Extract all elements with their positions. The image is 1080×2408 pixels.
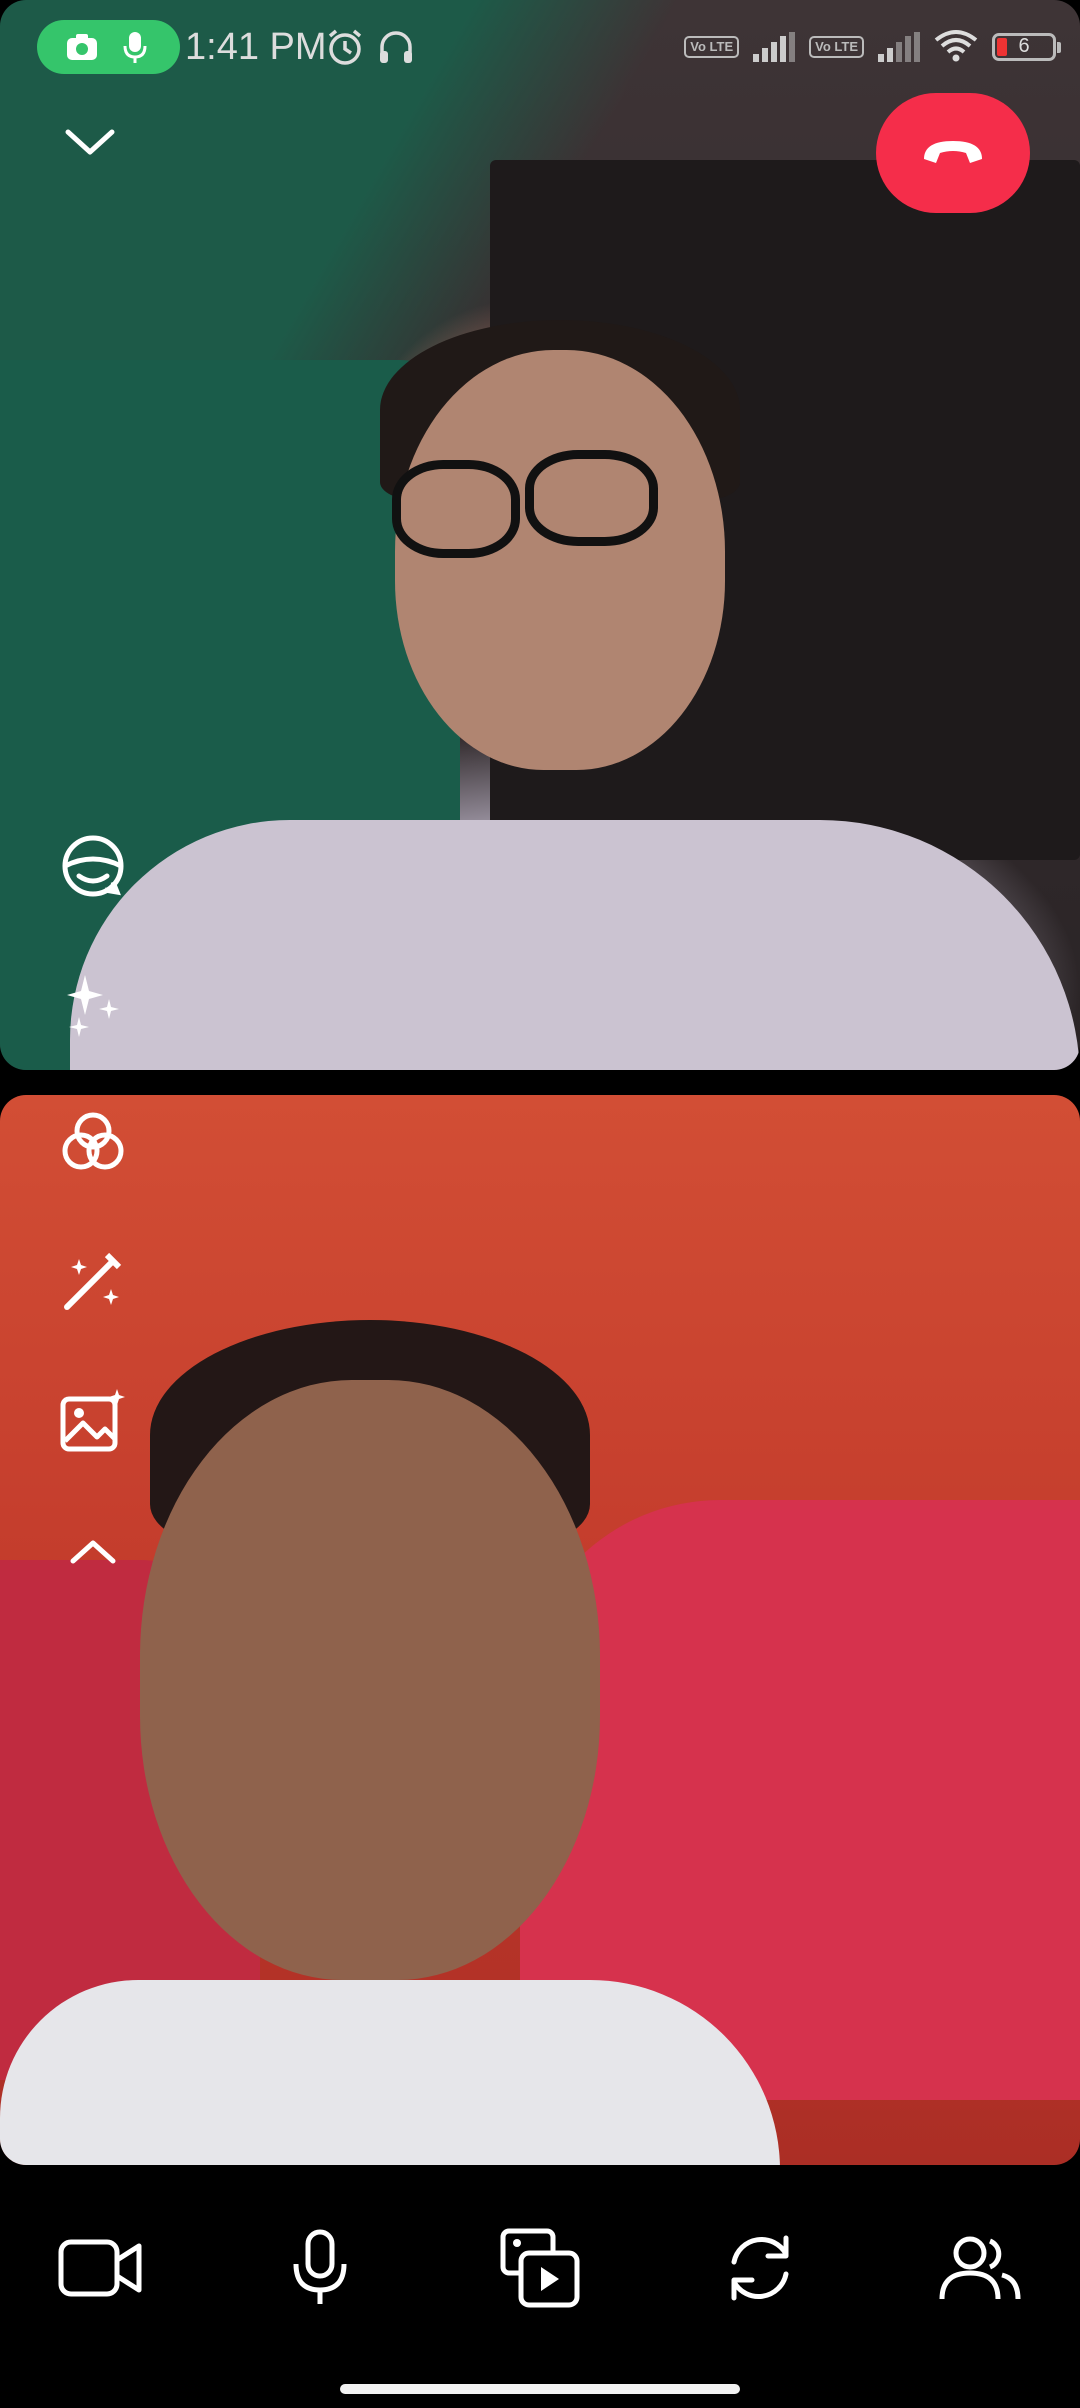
color-filters-button[interactable] <box>48 1100 138 1190</box>
person-shirt <box>0 1980 780 2165</box>
chevron-down-icon <box>60 129 120 164</box>
video-camera-icon <box>57 2236 143 2305</box>
participants-button[interactable] <box>920 2215 1040 2325</box>
mic-icon <box>117 29 153 65</box>
recording-indicator-pill <box>37 20 180 74</box>
glasses-left-lens <box>392 460 520 558</box>
person-face <box>140 1380 600 1980</box>
media-share-icon <box>499 2227 581 2314</box>
end-call-icon <box>918 133 988 174</box>
person-shirt <box>70 820 1080 1070</box>
color-filter-icon <box>57 1107 129 1184</box>
image-sparkle-icon <box>57 1385 129 1462</box>
volte-badge: Vo LTE <box>684 36 740 58</box>
background-effect-button[interactable] <box>48 1378 138 1468</box>
battery-level: 6 <box>1018 35 1030 57</box>
call-controls-bar <box>0 2165 1080 2408</box>
camera-icon <box>64 29 100 65</box>
sparkle-effects-button[interactable] <box>48 960 138 1050</box>
avatar-face-icon <box>57 830 129 907</box>
chevron-up-icon <box>63 1531 123 1576</box>
sparkles-icon <box>57 967 129 1044</box>
alarm-icon <box>325 27 365 72</box>
status-bar: 1:41 PM Vo LTE Vo LTE 6 <box>0 0 1080 100</box>
person-face <box>395 350 725 770</box>
end-call-button[interactable] <box>876 93 1030 213</box>
status-time: 1:41 PM <box>185 26 327 68</box>
touch-up-button[interactable] <box>48 1238 138 1328</box>
mic-toggle-button[interactable] <box>260 2215 380 2325</box>
signal-icon-2 <box>878 32 920 62</box>
microphone-icon <box>288 2228 352 2313</box>
volte-badge-2: Vo LTE <box>809 36 864 58</box>
wifi-icon <box>934 28 978 67</box>
collapse-effects-button[interactable] <box>48 1508 138 1598</box>
share-media-button[interactable] <box>480 2215 600 2325</box>
status-icons: Vo LTE Vo LTE 6 <box>684 24 1061 70</box>
home-indicator[interactable] <box>340 2384 740 2394</box>
signal-icon <box>753 32 796 62</box>
headset-icon <box>376 27 416 72</box>
collapse-call-button[interactable] <box>60 120 140 190</box>
people-icon <box>938 2233 1022 2308</box>
flip-camera-icon <box>720 2228 800 2313</box>
self-video-tile[interactable] <box>0 1095 1080 2165</box>
magic-wand-icon <box>57 1245 129 1322</box>
glasses-right-lens <box>525 450 658 546</box>
video-toggle-button[interactable] <box>40 2215 160 2325</box>
avatar-effect-button[interactable] <box>48 823 138 913</box>
flip-camera-button[interactable] <box>700 2215 820 2325</box>
battery-icon: 6 <box>992 33 1061 61</box>
